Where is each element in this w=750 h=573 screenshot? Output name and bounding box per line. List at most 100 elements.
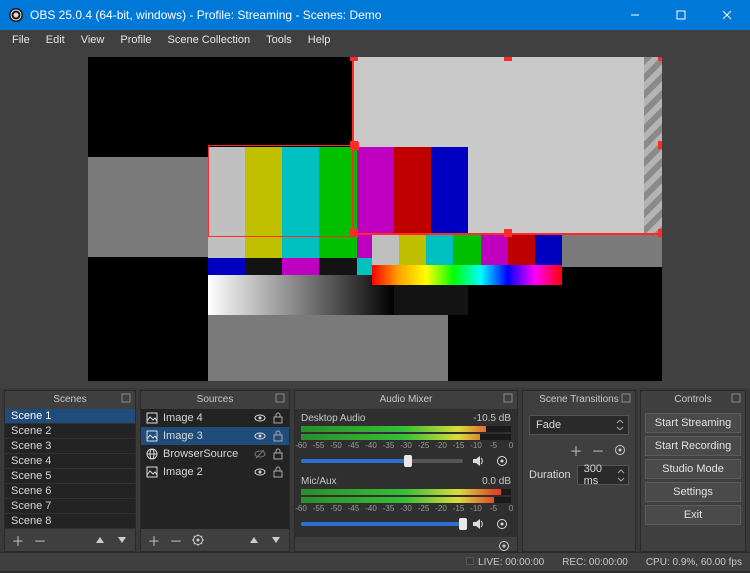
mixer-channel: Desktop Audio -10.5 dB -60-55-50-45-40-35-…	[301, 413, 511, 470]
mixer-settings-button[interactable]	[495, 537, 513, 551]
transition-remove-button[interactable]: －	[589, 441, 607, 459]
transition-select[interactable]: Fade	[529, 415, 629, 435]
transitions-popout-icon[interactable]	[621, 393, 633, 405]
transitions-dock: Scene Transitions Fade ＋ － Duration 300 …	[522, 390, 636, 552]
vu-meter	[301, 426, 511, 432]
window-titlebar: OBS 25.0.4 (64-bit, windows) - Profile: …	[0, 0, 750, 30]
channel-db: 0.0 dB	[482, 476, 511, 487]
window-maximize-button[interactable]	[658, 0, 704, 30]
menubar: File Edit View Profile Scene Collection …	[0, 30, 750, 50]
source-move-up-button[interactable]	[245, 531, 263, 549]
scene-item[interactable]: Scene 4	[5, 454, 135, 469]
scene-add-button[interactable]: ＋	[9, 531, 27, 549]
image-icon	[145, 429, 159, 443]
scene-list[interactable]: Scene 1Scene 2Scene 3Scene 4Scene 5Scene…	[5, 409, 135, 529]
docks-row: Scenes Scene 1Scene 2Scene 3Scene 4Scene…	[0, 388, 750, 552]
mixer-popout-icon[interactable]	[503, 393, 515, 405]
speaker-icon[interactable]	[469, 515, 487, 533]
status-live: LIVE: 00:00:00	[466, 557, 544, 568]
source-label: Image 3	[163, 430, 249, 442]
menu-profile[interactable]: Profile	[112, 32, 159, 48]
meter-ticks: -60-55-50-45-40-35-30-25-20-15-10-50	[301, 442, 511, 450]
menu-edit[interactable]: Edit	[38, 32, 73, 48]
preview-area[interactable]	[0, 50, 750, 388]
start-streaming-button[interactable]: Start Streaming	[645, 413, 741, 433]
menu-tools[interactable]: Tools	[258, 32, 300, 48]
scene-item[interactable]: Scene 6	[5, 484, 135, 499]
visibility-toggle[interactable]	[253, 447, 267, 461]
channel-db: -10.5 dB	[473, 413, 511, 424]
vu-meter	[301, 434, 511, 440]
sources-dock-title: Sources	[141, 391, 289, 409]
gear-icon[interactable]	[493, 515, 511, 533]
menu-help[interactable]: Help	[300, 32, 339, 48]
transition-duration-input[interactable]: 300 ms	[577, 465, 629, 485]
transition-duration-value: 300 ms	[584, 463, 616, 487]
selection-outline[interactable]	[352, 57, 662, 235]
controls-popout-icon[interactable]	[731, 393, 743, 405]
start-recording-button[interactable]: Start Recording	[645, 436, 741, 456]
menu-view[interactable]: View	[73, 32, 113, 48]
mixer-body: Desktop Audio -10.5 dB -60-55-50-45-40-35-…	[295, 409, 517, 537]
source-label: BrowserSource	[163, 448, 249, 460]
source-item[interactable]: BrowserSource	[141, 445, 289, 463]
visibility-toggle[interactable]	[253, 465, 267, 479]
source-add-button[interactable]: ＋	[145, 531, 163, 549]
mixer-title-label: Audio Mixer	[380, 394, 433, 405]
exit-button[interactable]: Exit	[645, 505, 741, 525]
vu-meter	[301, 497, 511, 503]
scenes-title-label: Scenes	[53, 394, 86, 405]
scene-item[interactable]: Scene 7	[5, 499, 135, 514]
lock-toggle[interactable]	[271, 447, 285, 461]
controls-title-label: Controls	[674, 394, 711, 405]
vu-meter	[301, 489, 511, 495]
scene-move-up-button[interactable]	[91, 531, 109, 549]
visibility-toggle[interactable]	[253, 429, 267, 443]
scene-remove-button[interactable]: －	[31, 531, 49, 549]
speaker-icon[interactable]	[469, 452, 487, 470]
selection-outline-secondary	[208, 145, 356, 237]
sources-popout-icon[interactable]	[275, 393, 287, 405]
scene-item[interactable]: Scene 1	[5, 409, 135, 424]
transition-duration-label: Duration	[529, 469, 571, 481]
controls-body: Start Streaming Start Recording Studio Mod…	[641, 409, 745, 529]
volume-fader[interactable]	[301, 522, 463, 526]
scenes-popout-icon[interactable]	[121, 393, 133, 405]
visibility-toggle[interactable]	[253, 411, 267, 425]
source-properties-button[interactable]	[189, 531, 207, 549]
status-rec: REC: 00:00:00	[562, 557, 628, 568]
audio-mixer-dock: Audio Mixer Desktop Audio -10.5 dB -60-55-…	[294, 390, 518, 552]
source-item[interactable]: Image 2	[141, 463, 289, 481]
scene-item[interactable]: Scene 8	[5, 514, 135, 529]
source-item[interactable]: Image 3	[141, 427, 289, 445]
menu-scene-collection[interactable]: Scene Collection	[160, 32, 259, 48]
transition-properties-button[interactable]	[611, 441, 629, 459]
menu-file[interactable]: File	[4, 32, 38, 48]
duration-step-down[interactable]	[616, 476, 626, 483]
source-move-down-button[interactable]	[267, 531, 285, 549]
scene-move-down-button[interactable]	[113, 531, 131, 549]
source-remove-button[interactable]: －	[167, 531, 185, 549]
transition-add-button[interactable]: ＋	[567, 441, 585, 459]
gear-icon[interactable]	[493, 452, 511, 470]
volume-fader[interactable]	[301, 459, 463, 463]
scene-item[interactable]: Scene 3	[5, 439, 135, 454]
settings-button[interactable]: Settings	[645, 482, 741, 502]
lock-toggle[interactable]	[271, 465, 285, 479]
controls-dock-title: Controls	[641, 391, 745, 409]
scene-item[interactable]: Scene 5	[5, 469, 135, 484]
transition-current-label: Fade	[536, 419, 561, 431]
scene-item[interactable]: Scene 2	[5, 424, 135, 439]
source-browser-preview[interactable]	[372, 235, 562, 285]
source-list[interactable]: Image 4 Image 3 BrowserSource Image 2	[141, 409, 289, 529]
image-icon	[145, 411, 159, 425]
source-item[interactable]: Image 4	[141, 409, 289, 427]
lock-toggle[interactable]	[271, 429, 285, 443]
window-minimize-button[interactable]	[612, 0, 658, 30]
studio-mode-button[interactable]: Studio Mode	[645, 459, 741, 479]
window-close-button[interactable]	[704, 0, 750, 30]
lock-toggle[interactable]	[271, 411, 285, 425]
duration-step-up[interactable]	[616, 468, 626, 475]
preview-canvas[interactable]	[88, 57, 662, 381]
channel-name: Desktop Audio	[301, 413, 366, 424]
